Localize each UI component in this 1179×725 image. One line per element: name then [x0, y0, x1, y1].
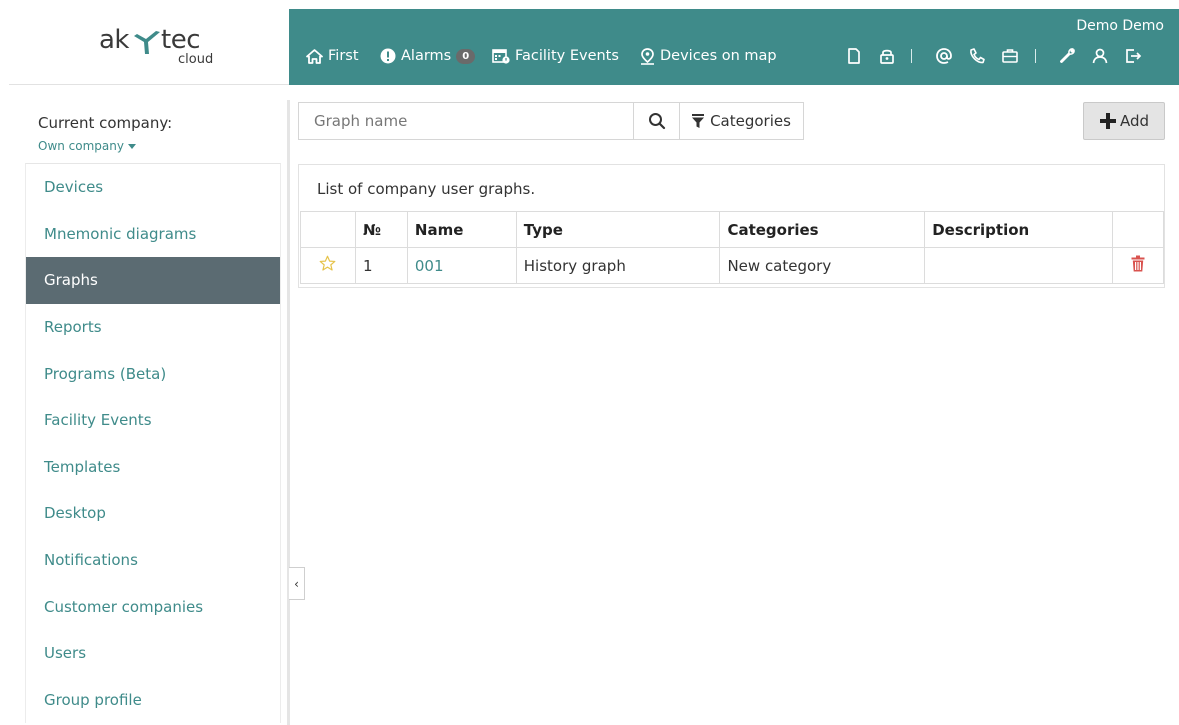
collapse-sidebar-button[interactable]: ‹: [289, 567, 305, 600]
sidebar-item-facility-events[interactable]: Facility Events: [26, 396, 280, 444]
sidebar-item-users[interactable]: Users: [26, 629, 280, 677]
logo-text-left: ak: [99, 25, 130, 55]
cell-type: History graph: [515, 247, 721, 284]
cell-categories: New category: [719, 247, 926, 284]
logo-area: ak tec cloud: [9, 9, 289, 85]
plus-icon: [1099, 113, 1116, 129]
filter-icon: [692, 113, 705, 128]
graphs-table: № Name Type Categories Description 1 001 H…: [300, 211, 1164, 284]
logo-mark-icon: [134, 31, 160, 54]
toolbar-separator: [1035, 49, 1036, 63]
sidebar-item-programs-beta[interactable]: Programs (Beta): [26, 350, 280, 397]
akytec-logo[interactable]: ak tec cloud: [99, 25, 213, 69]
column-header-number[interactable]: №: [354, 211, 408, 248]
column-header-actions: [1112, 211, 1164, 248]
logo-subtext: cloud: [178, 52, 214, 67]
sidebar-menu: Devices Mnemonic diagrams Graphs Reports Pro…: [25, 163, 281, 724]
briefcase-icon[interactable]: [1001, 47, 1019, 65]
user-icon[interactable]: [1091, 47, 1109, 65]
sidebar-item-graphs[interactable]: Graphs: [26, 257, 280, 304]
cell-description: [924, 247, 1114, 284]
alert-circle-icon: [380, 48, 396, 64]
lock-icon[interactable]: [878, 47, 896, 65]
cell-name-link[interactable]: 001: [406, 247, 517, 284]
caret-down-icon: [128, 143, 136, 149]
logo-text-right: tec: [161, 25, 201, 55]
calendar-events-icon: [492, 49, 510, 64]
current-company-label: Current company:: [38, 114, 173, 132]
nav-alarms[interactable]: Alarms 0: [380, 45, 476, 67]
top-navbar: Demo Demo First Alarms 0 Facility Events…: [289, 9, 1179, 85]
toolbar-separator: [911, 49, 912, 63]
table-row[interactable]: 1 001 History graph New category: [300, 247, 1164, 284]
sidebar-item-desktop[interactable]: Desktop: [26, 490, 280, 537]
company-dropdown[interactable]: Own company: [38, 139, 136, 153]
categories-filter-label: Categories: [710, 112, 791, 130]
sidebar-item-group-profile[interactable]: Group profile: [26, 676, 280, 724]
document-icon[interactable]: [845, 47, 863, 65]
alarms-count-badge: 0: [456, 48, 476, 64]
categories-filter-button[interactable]: Categories: [679, 102, 804, 140]
nav-facility-events-label: Facility Events: [515, 48, 619, 64]
column-header-description[interactable]: Description: [924, 211, 1114, 248]
nav-first-label: First: [328, 48, 359, 64]
sidebar: Current company: Own company Devices Mnem…: [9, 85, 289, 725]
sidebar-item-templates[interactable]: Templates: [26, 443, 280, 491]
add-graph-label: Add: [1119, 112, 1150, 130]
trash-icon[interactable]: [1131, 255, 1145, 272]
home-icon: [306, 48, 323, 64]
nav-devices-on-map-label: Devices on map: [660, 48, 777, 64]
add-graph-button[interactable]: Add: [1083, 102, 1165, 140]
search-box: [298, 102, 680, 140]
search-icon: [648, 113, 665, 130]
sidebar-item-notifications[interactable]: Notifications: [26, 536, 280, 584]
sidebar-divider: [287, 100, 290, 725]
star-outline-icon[interactable]: [319, 255, 336, 272]
column-header-favorite: [300, 211, 356, 248]
actions-cell: [1112, 247, 1164, 284]
nav-first[interactable]: First: [306, 45, 359, 67]
graph-name-search-input[interactable]: [299, 103, 633, 139]
nav-devices-on-map[interactable]: Devices on map: [640, 45, 777, 67]
table-header-row: № Name Type Categories Description: [300, 211, 1164, 248]
column-header-categories[interactable]: Categories: [719, 211, 926, 248]
column-header-type[interactable]: Type: [515, 211, 721, 248]
sidebar-item-mnemonic-diagrams[interactable]: Mnemonic diagrams: [26, 210, 280, 258]
sidebar-item-customer-companies[interactable]: Customer companies: [26, 583, 280, 630]
column-header-name[interactable]: Name: [406, 211, 517, 248]
at-icon[interactable]: [935, 47, 953, 65]
panel-caption: List of company user graphs.: [317, 180, 536, 198]
wrench-icon[interactable]: [1058, 47, 1076, 65]
search-button[interactable]: [633, 103, 679, 139]
graphs-panel: List of company user graphs. № Name Type…: [298, 164, 1165, 288]
nav-facility-events[interactable]: Facility Events: [492, 45, 619, 67]
cell-number: 1: [354, 247, 408, 284]
company-dropdown-value: Own company: [38, 139, 124, 153]
favorite-cell: [300, 247, 356, 284]
sidebar-item-reports[interactable]: Reports: [26, 303, 280, 351]
phone-icon[interactable]: [968, 47, 986, 65]
current-user-name[interactable]: Demo Demo: [1076, 18, 1164, 34]
nav-alarms-label: Alarms: [401, 48, 452, 64]
logout-icon[interactable]: [1124, 47, 1142, 65]
sidebar-item-devices[interactable]: Devices: [26, 164, 280, 211]
map-pin-icon: [641, 47, 654, 65]
